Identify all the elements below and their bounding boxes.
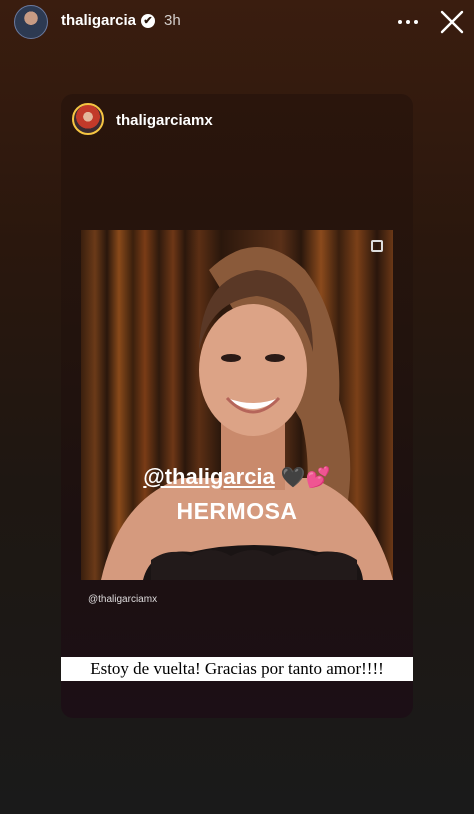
avatar[interactable] xyxy=(14,5,48,39)
close-icon[interactable] xyxy=(439,9,465,35)
mention-text[interactable]: @thaligarcia xyxy=(143,464,275,489)
overlay-text: HERMOSA xyxy=(176,498,298,524)
story-timestamp: 3h xyxy=(164,12,181,29)
portrait-illustration xyxy=(101,247,393,580)
story-header: thaligarcia ✔ 3h xyxy=(0,0,474,46)
multi-photo-icon xyxy=(371,240,383,252)
verified-badge-icon: ✔ xyxy=(141,14,155,28)
hearts-emoji: 🖤💕 xyxy=(280,467,331,489)
story-username[interactable]: thaligarcia xyxy=(61,12,136,29)
mention-sticker[interactable]: @thaligarcia 🖤💕 xyxy=(81,464,393,490)
shared-post-avatar[interactable] xyxy=(72,103,104,135)
shared-post-author[interactable]: thaligarciamx xyxy=(116,112,213,129)
post-handle-watermark: @thaligarciamx xyxy=(88,594,158,605)
story-caption: Estoy de vuelta! Gracias por tanto amor!… xyxy=(61,657,413,681)
more-options-icon[interactable] xyxy=(396,12,420,32)
shared-post-image[interactable]: @thaligarcia 🖤💕 HERMOSA xyxy=(81,230,393,580)
shared-post-card[interactable]: thaligarciamx @thaligarcia 🖤💕 HERMOSA @t… xyxy=(61,94,413,718)
